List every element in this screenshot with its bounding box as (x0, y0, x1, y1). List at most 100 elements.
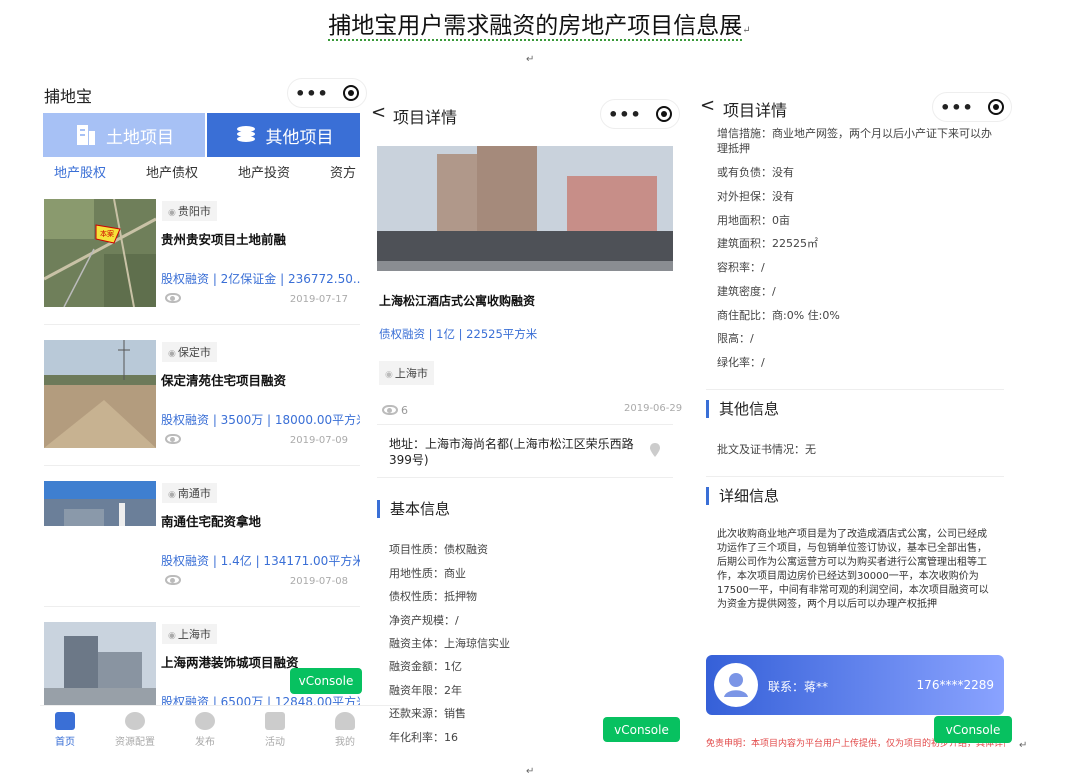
location-icon[interactable] (650, 443, 660, 457)
land-project-button[interactable]: 土地项目 (43, 113, 205, 157)
tabbar-resource[interactable]: 资源配置 (110, 712, 160, 748)
project-thumbnail-city (44, 481, 156, 526)
section-basic-info: 基本信息 (377, 500, 450, 518)
project-hero-image (377, 146, 673, 271)
back-button[interactable]: < (700, 95, 715, 116)
paragraph-mark: ↵ (526, 766, 535, 777)
info-row: 年化利率：16 (389, 731, 458, 744)
tab-equity[interactable]: 地产股权 (44, 162, 136, 186)
contact-card[interactable]: 联系：蒋** 176****2289 (706, 655, 1004, 715)
info-row: 净资产规模：/ (389, 614, 459, 627)
info-row: 融资年限：2年 (389, 684, 462, 697)
project-title: 保定清苑住宅项目融资 (161, 373, 287, 388)
mini-program-capsule[interactable]: ••• (287, 78, 367, 108)
view-count: 6 (401, 404, 408, 417)
other-project-button[interactable]: 其他项目 (207, 113, 360, 157)
section-detail-info: 详细信息 (706, 487, 779, 505)
more-icon[interactable]: ••• (940, 98, 974, 117)
project-meta: 股权融资 | 2亿保证金 | 236772.50... (161, 272, 360, 286)
avatar (714, 663, 758, 707)
other-project-label: 其他项目 (265, 127, 334, 148)
paragraph-mark: ↵ (526, 54, 535, 65)
tabbar-home[interactable]: 首页 (40, 712, 90, 748)
info-row: 容积率：/ (717, 261, 765, 274)
tabbar-publish[interactable]: 发布 (180, 712, 230, 748)
project-thumbnail-building (44, 622, 156, 705)
city-tag: 南通市 (162, 483, 217, 503)
tabbar-activity[interactable]: 活动 (250, 712, 300, 748)
nav-title: 项目详情 (723, 101, 788, 120)
project-meta: 债权融资 | 1亿 | 22525平方米 (379, 327, 538, 341)
more-icon[interactable]: ••• (295, 84, 329, 103)
tabbar-mine[interactable]: 我的 (320, 712, 370, 748)
detail-text: 此次收购商业地产项目是为了改造成酒店式公寓，公司已经成功运作了三个项目，与包销单… (717, 529, 989, 610)
info-row: 限高：/ (717, 332, 754, 345)
eye-icon (165, 293, 181, 303)
project-meta: 股权融资 | 1.4亿 | 134171.00平方米 (161, 554, 360, 568)
user-icon (724, 673, 748, 697)
coins-icon (236, 126, 255, 142)
gear-icon (125, 712, 145, 730)
bottom-tabbar: 首页 资源配置 发布 活动 我的 (40, 705, 400, 751)
info-row: 对外担保：没有 (717, 190, 794, 203)
info-row: 项目性质：债权融资 (389, 543, 488, 556)
project-date: 2019-06-29 (624, 403, 683, 414)
vconsole-button[interactable]: vConsole (603, 717, 680, 742)
project-card[interactable]: 本案 贵阳市 贵州贵安项目土地前融 股权融资 | 2亿保证金 | 236772.… (44, 199, 360, 325)
project-meta: 股权融资 | 3500万 | 18000.00平方米 (161, 413, 360, 427)
section-other-info: 其他信息 (706, 400, 779, 418)
info-row: 批文及证书情况：无 (717, 443, 816, 456)
project-title: 贵州贵安项目土地前融 (161, 232, 287, 247)
vconsole-button[interactable]: vConsole (290, 668, 362, 694)
mini-program-capsule[interactable]: ••• (600, 99, 680, 129)
mini-program-capsule[interactable]: ••• (932, 92, 1012, 122)
eye-icon (382, 405, 398, 415)
city-tag: 上海市 (379, 361, 434, 385)
info-row: 融资主体：上海琼信实业 (389, 637, 510, 650)
back-button[interactable]: < (371, 102, 386, 123)
info-row: 理抵押 (717, 142, 750, 155)
plus-icon (195, 712, 215, 730)
project-card[interactable]: 南通市 南通住宅配资拿地 股权融资 | 1.4亿 | 134171.00平方米 … (44, 481, 360, 607)
close-record-icon[interactable] (655, 106, 672, 122)
info-row: 用地性质：商业 (389, 567, 466, 580)
gift-icon (265, 712, 285, 730)
close-record-icon[interactable] (987, 99, 1004, 115)
info-row: 增信措施：商业地产网签，两个月以后小产证下来可以办 (717, 127, 992, 140)
info-row: 还款来源：销售 (389, 707, 466, 720)
user-icon (335, 712, 355, 730)
app-title: 捕地宝 (44, 87, 93, 106)
land-project-label: 土地项目 (106, 127, 174, 148)
project-thumbnail-map: 本案 (44, 199, 156, 307)
project-title: 南通住宅配资拿地 (161, 514, 262, 529)
category-tabs: 地产股权 地产债权 地产投资 资方 (44, 162, 360, 186)
tab-investment[interactable]: 地产投资 (228, 162, 320, 186)
home-icon (55, 712, 75, 730)
eye-icon (165, 575, 181, 585)
project-date: 2019-07-17 (289, 294, 348, 305)
project-date: 2019-07-09 (289, 435, 348, 446)
info-row: 绿化率：/ (717, 356, 765, 369)
building-icon (77, 125, 95, 145)
tab-debt[interactable]: 地产债权 (136, 162, 228, 186)
info-row: 债权性质：抵押物 (389, 590, 477, 603)
document-title: 捕地宝用户需求融资的房地产项目信息展↵ (328, 13, 751, 41)
map-label: 本案 (100, 229, 114, 238)
close-record-icon[interactable] (342, 85, 359, 101)
project-thumbnail-photo (44, 340, 156, 448)
document-title-text: 捕地宝用户需求融资的房地产项目信息展 (328, 13, 743, 41)
city-tag: 贵阳市 (162, 201, 217, 221)
project-title: 上海两港装饰城项目融资 (161, 655, 299, 670)
info-row: 或有负债：没有 (717, 166, 794, 179)
info-row: 建筑面积：22525㎡ (717, 237, 818, 250)
info-row: 商住配比：商:0% 住:0% (717, 309, 840, 322)
tab-capital[interactable]: 资方 (320, 162, 360, 186)
eye-icon (165, 434, 181, 444)
project-date: 2019-07-08 (289, 576, 348, 587)
info-row: 融资金额：1亿 (389, 660, 462, 673)
more-icon[interactable]: ••• (608, 105, 642, 124)
project-address: 地址：上海市海尚名都(上海市松江区荣乐西路399号) (389, 437, 634, 467)
contact-phone[interactable]: 176****2289 (917, 678, 994, 692)
vconsole-button[interactable]: vConsole (934, 716, 1012, 743)
project-card[interactable]: 保定市 保定清苑住宅项目融资 股权融资 | 3500万 | 18000.00平方… (44, 340, 360, 466)
